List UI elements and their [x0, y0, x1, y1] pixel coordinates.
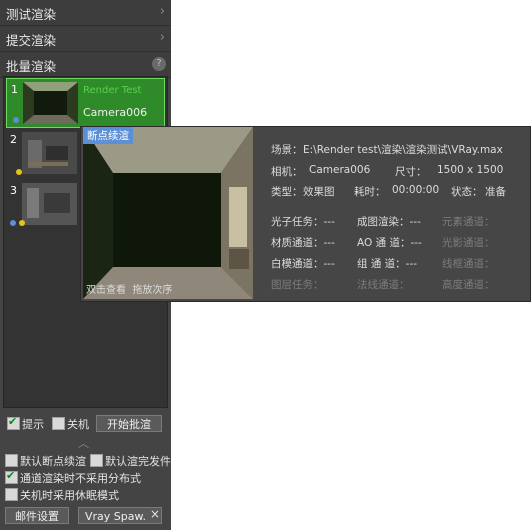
- item-number: 1: [11, 83, 18, 96]
- show-tip-label: 提示: [22, 418, 44, 431]
- preview-links: 双击查看 拖放次序: [86, 281, 172, 296]
- chevron-right-icon: ›: [159, 30, 165, 45]
- normal-channel: 法线通道：: [357, 279, 410, 291]
- hibernate-checkbox[interactable]: [5, 488, 18, 501]
- photon-task: 光子任务：---: [271, 216, 335, 228]
- time-label: 耗时：: [354, 186, 386, 198]
- default-resume-label: 默认断点续渲: [20, 455, 86, 468]
- shutdown-checkbox[interactable]: [52, 417, 65, 430]
- section-test-render-label: 测试渲染: [6, 7, 57, 22]
- list-item[interactable]: 1 Render Test Camera006: [6, 78, 165, 128]
- wireframe-channel: 线框通道：: [442, 258, 495, 270]
- time-value: 00:00:00: [392, 184, 440, 196]
- height-channel: 高度通道：: [442, 279, 495, 291]
- item-secondary-label: Render Test: [83, 85, 142, 96]
- start-batch-button[interactable]: 开始批渲: [96, 415, 162, 432]
- shutdown-label: 关机: [67, 418, 89, 431]
- status-value: 准备: [485, 186, 506, 198]
- drag-order-link[interactable]: 拖放次序: [132, 285, 172, 296]
- size-label: 尺寸：: [395, 166, 427, 178]
- mail-settings-button[interactable]: 邮件设置: [5, 507, 69, 524]
- size-value: 1500 x 1500: [437, 164, 504, 176]
- section-test-render[interactable]: 测试渲染 ›: [0, 0, 171, 26]
- scene-label: 场景：: [271, 144, 303, 156]
- job-details-tooltip: 断点续渲 双击查看 拖放次序 场景： E:\Render test\渲染\渲染测…: [80, 126, 531, 302]
- item-camera-label: Camera006: [83, 106, 148, 119]
- show-tip-checkbox[interactable]: [7, 415, 20, 430]
- light-shadow-channel: 光影通道：: [442, 237, 495, 249]
- chevron-right-icon: ›: [159, 4, 165, 19]
- item-number: 2: [10, 133, 17, 146]
- final-render: 成图渲染：---: [357, 216, 421, 228]
- job-thumbnail: [22, 132, 77, 174]
- default-resume-checkbox[interactable]: [5, 454, 18, 467]
- section-batch-render[interactable]: 批量渲染 ?: [0, 52, 171, 78]
- section-submit-render[interactable]: 提交渲染 ›: [0, 26, 171, 52]
- status-dot-icon: [16, 169, 22, 175]
- close-icon[interactable]: ×: [150, 507, 160, 521]
- job-thumbnail: [22, 183, 77, 225]
- help-icon[interactable]: ?: [152, 57, 166, 71]
- material-channel: 材质通道：---: [271, 237, 335, 249]
- camera-label: 相机：: [271, 166, 303, 178]
- layer-task: 图层任务：: [271, 279, 324, 291]
- channel-no-distributed-checkbox[interactable]: [5, 469, 18, 484]
- camera-value: Camera006: [309, 164, 371, 176]
- channel-no-distributed-label: 通道渲染时不采用分布式: [20, 472, 141, 485]
- status-dot-icon: [13, 117, 19, 123]
- double-click-view-link[interactable]: 双击查看: [86, 285, 126, 296]
- status-dot-icon: [19, 220, 25, 226]
- scene-value: E:\Render test\渲染\渲染测试\VRay.max: [303, 144, 503, 156]
- hibernate-label: 关机时采用休眠模式: [20, 489, 119, 502]
- group-channel: 组 通 道：---: [357, 258, 418, 270]
- item-number: 3: [10, 184, 17, 197]
- job-thumbnail: [23, 82, 78, 124]
- ao-channel: AO 通 道：---: [357, 237, 422, 249]
- element-channel: 元素通道：: [442, 216, 495, 228]
- resume-tag: 断点续渲: [83, 127, 133, 144]
- default-send-checkbox[interactable]: [90, 454, 103, 467]
- type-value: 效果图: [303, 186, 335, 198]
- status-label: 状态：: [451, 186, 483, 198]
- collapse-chevron-icon[interactable]: ︿: [78, 435, 89, 451]
- section-batch-render-label: 批量渲染: [6, 59, 57, 74]
- section-submit-render-label: 提交渲染: [6, 33, 57, 48]
- status-dot-icon: [10, 220, 16, 226]
- default-send-label: 默认渲完发件: [105, 455, 171, 468]
- vray-spawner-label: Vray Spaw.: [85, 510, 146, 523]
- clay-channel: 白模通道：---: [271, 258, 335, 270]
- type-label: 类型：: [271, 186, 303, 198]
- render-preview-image: 断点续渲 双击查看 拖放次序: [83, 127, 253, 299]
